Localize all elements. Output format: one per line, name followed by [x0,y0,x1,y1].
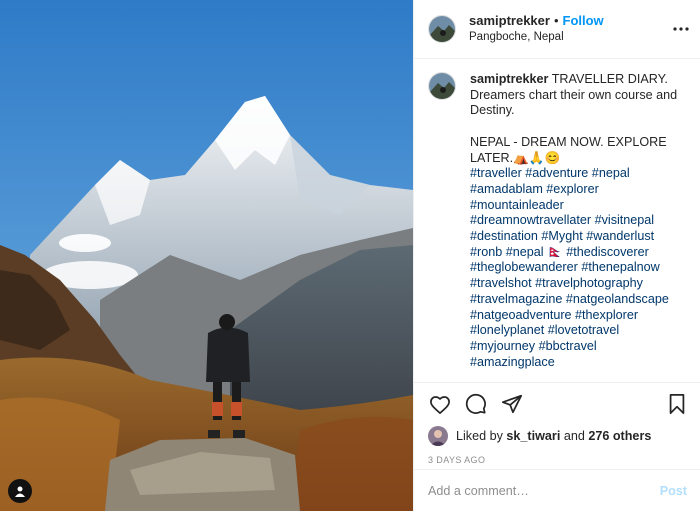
likes-middle: and [563,429,585,443]
comment-icon[interactable] [464,392,488,416]
post-header: samiptrekker • Follow Pangboche, Nepal [414,0,700,59]
post-date[interactable]: 3 DAYS AGO [428,455,687,465]
post-photo[interactable] [0,0,413,511]
share-icon[interactable] [500,392,524,416]
bookmark-icon[interactable] [665,392,689,416]
hashtag-line[interactable]: #travelmagazine #natgeolandscape [470,292,682,308]
hashtag-line[interactable]: #dreamnowtravellater #visitnepal [470,213,682,229]
hashtag-line[interactable]: #myjourney #bbctravel [470,339,682,355]
caption-avatar[interactable] [428,72,456,100]
action-bar [428,383,687,425]
hashtag-line[interactable]: #amadablam #explorer [470,182,682,198]
hashtag-line[interactable]: #destination #Myght #wanderlust [470,229,682,245]
hashtag-line[interactable]: #mountainleader [470,198,682,214]
post-author-username[interactable]: samiptrekker [469,13,550,29]
hashtag-line[interactable]: #ronb #nepal 🇳🇵 #thediscoverer [470,245,682,261]
likes-summary: Liked by sk_tiwari and 276 others [428,425,687,447]
header-separator: • [553,13,559,28]
caption-username[interactable]: samiptrekker [470,72,548,86]
liker-avatar[interactable] [428,426,448,446]
hashtag-line[interactable]: #traveller #adventure #nepal [470,166,682,182]
likes-prefix: Liked by [456,429,503,443]
comment-input[interactable] [428,483,660,498]
mountain-landscape-image [0,0,413,511]
tagged-user-icon[interactable] [8,479,32,503]
post-caption: samiptrekker TRAVELLER DIARY. Dreamers c… [414,59,700,382]
post-actions-section: Liked by sk_tiwari and 276 others 3 DAYS… [414,382,700,465]
post-location[interactable]: Pangboche, Nepal [469,29,604,45]
hashtag-line[interactable]: #lonelyplanet #lovetotravel [470,323,682,339]
hashtag-list: #traveller #adventure #nepal #amadablam … [470,166,682,370]
more-options-icon[interactable] [672,20,690,38]
hashtag-line[interactable]: #natgeoadventure #thexplorer [470,308,682,324]
avatar[interactable] [428,15,456,43]
likes-count[interactable]: 276 others [588,429,651,443]
caption-body: samiptrekker TRAVELLER DIARY. Dreamers c… [470,72,682,382]
liker-username[interactable]: sk_tiwari [506,429,560,443]
instagram-post: samiptrekker • Follow Pangboche, Nepal s… [0,0,700,511]
hashtag-line[interactable]: #travelshot #travelphotography [470,276,682,292]
hashtag-line[interactable]: #theglobewanderer #thenepalnow [470,260,682,276]
comment-form: Post [414,469,700,511]
post-comment-button[interactable]: Post [660,484,687,498]
follow-button[interactable]: Follow [563,13,604,29]
hashtag-line[interactable]: #amazingplace [470,355,682,371]
heart-icon[interactable] [428,392,452,416]
post-side-panel: samiptrekker • Follow Pangboche, Nepal s… [413,0,700,511]
